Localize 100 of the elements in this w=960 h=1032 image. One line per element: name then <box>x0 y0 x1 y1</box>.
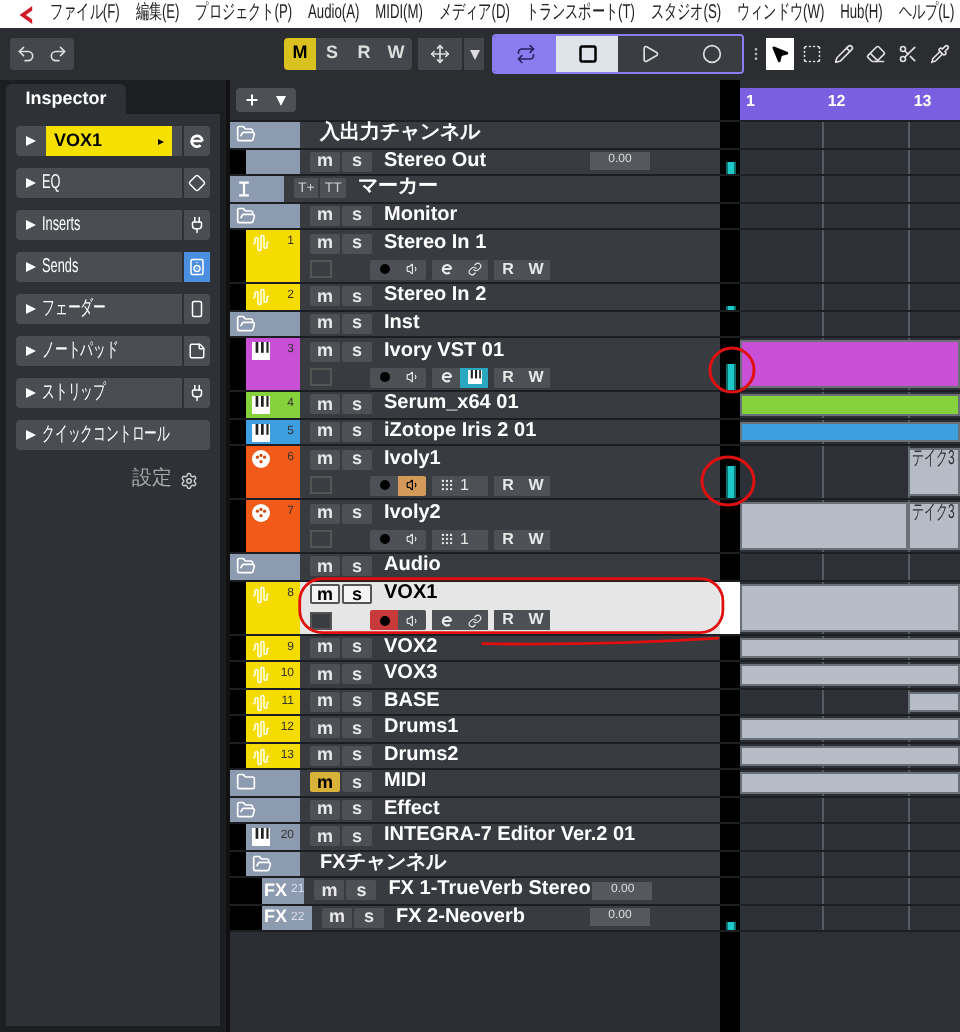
play-button[interactable] <box>618 36 680 72</box>
inspector-tab[interactable]: Inspector <box>6 84 126 114</box>
link-button[interactable] <box>460 610 488 630</box>
track-name[interactable]: Stereo Out <box>384 151 487 172</box>
mute-button[interactable]: m <box>310 286 340 307</box>
track-row[interactable]: m s Drums2 <box>300 743 720 768</box>
track-row[interactable]: m s Monitor <box>300 203 720 228</box>
track-name[interactable]: Drums2 <box>384 745 459 766</box>
track-name[interactable]: FX 1-TrueVerb Stereo <box>388 880 591 901</box>
inspector-section[interactable]: ノートパッド <box>16 336 210 366</box>
track-row[interactable]: m s BASE <box>300 689 720 714</box>
menu-item[interactable]: トランスポート(T) <box>525 4 635 24</box>
mute-button[interactable]: m <box>310 205 340 226</box>
record-button[interactable] <box>680 36 742 72</box>
solo-button[interactable]: s <box>342 691 372 712</box>
menu-item[interactable]: 編集(E) <box>135 4 180 24</box>
solo-button[interactable]: s <box>342 286 372 307</box>
track-name[interactable]: VOX1 <box>384 584 438 604</box>
mute-button[interactable]: m <box>310 394 340 415</box>
solo-button[interactable]: s <box>342 664 372 685</box>
track-row[interactable]: m s Serum_x64 01 <box>300 392 720 417</box>
track-row[interactable]: m s iZotope Iris 2 01 <box>300 419 720 444</box>
mute-button[interactable]: m <box>310 449 340 469</box>
mute-button[interactable]: m <box>310 772 340 793</box>
mute-button[interactable]: m <box>310 664 340 685</box>
solo-button[interactable]: s <box>342 313 372 334</box>
write-automation-button[interactable]: W <box>522 610 550 630</box>
move-tool-button[interactable] <box>418 38 462 70</box>
mute-button[interactable]: m <box>310 745 340 766</box>
inspector-section[interactable]: クイックコントロール <box>16 420 210 450</box>
track-row[interactable]: m s Inst <box>300 311 720 336</box>
settings-icon[interactable] <box>180 471 198 489</box>
track-name[interactable]: VOX2 <box>384 637 438 658</box>
stop-button[interactable] <box>556 36 618 72</box>
solo-button[interactable]: s <box>342 745 372 766</box>
solo-button[interactable]: s <box>342 584 372 604</box>
menu-item[interactable]: メディア(D) <box>438 4 510 24</box>
inspector-section[interactable]: Sends <box>16 252 210 282</box>
inspector-section[interactable]: EQ <box>16 168 210 198</box>
event-clip[interactable] <box>740 502 908 550</box>
mute-button[interactable]: m <box>310 556 340 577</box>
link-button[interactable] <box>460 259 488 279</box>
automation-mode-button[interactable]: W <box>380 38 412 70</box>
track-row[interactable]: 入出力チャンネル <box>300 122 720 147</box>
track-name[interactable]: MIDI <box>384 772 427 793</box>
track-row[interactable]: m s MIDI <box>300 770 720 795</box>
monitor-button[interactable] <box>398 475 426 495</box>
mute-button[interactable]: m <box>310 799 340 820</box>
track-name[interactable]: Ivory VST 01 <box>384 341 505 361</box>
mute-button[interactable]: m <box>314 880 345 901</box>
record-enable-button[interactable] <box>370 610 398 630</box>
write-automation-button[interactable]: W <box>522 475 550 495</box>
solo-button[interactable]: s <box>342 637 372 658</box>
track-name[interactable]: Inst <box>384 313 420 334</box>
write-automation-button[interactable]: W <box>522 367 550 387</box>
monitor-button[interactable] <box>398 610 426 630</box>
timeline-ruler[interactable]: 1 12 13 <box>740 88 960 120</box>
menu-item[interactable]: ファイル(F) <box>50 4 120 24</box>
redo-button[interactable] <box>42 38 74 70</box>
solo-button[interactable]: s <box>342 151 372 172</box>
event-clip[interactable]: テイク3 <box>907 502 960 550</box>
track-row[interactable]: m s Stereo In 1 R W <box>300 230 720 282</box>
track-row[interactable]: m s VOX1 R W <box>300 581 720 633</box>
solo-button[interactable]: s <box>354 907 384 928</box>
track-row[interactable]: m s Audio <box>300 554 720 579</box>
menu-item[interactable]: ウィンドウ(W) <box>737 4 825 24</box>
menu-item[interactable]: スタジオ(S) <box>650 4 722 24</box>
event-clip[interactable] <box>907 691 960 712</box>
mute-button[interactable]: m <box>322 907 352 928</box>
mute-button[interactable]: m <box>310 151 340 172</box>
inspector-track-header[interactable]: VOX1 <box>16 126 210 156</box>
read-automation-button[interactable]: R <box>494 367 522 387</box>
event-clip[interactable]: テイク3 <box>907 448 960 496</box>
dropdown-button[interactable] <box>464 38 484 70</box>
track-name[interactable]: Audio <box>384 556 441 577</box>
track-name[interactable]: VOX3 <box>384 664 438 685</box>
section-icon-button[interactable] <box>182 168 210 198</box>
read-automation-button[interactable]: R <box>494 610 522 630</box>
select-tool-button[interactable] <box>766 38 794 70</box>
track-name[interactable]: マーカー <box>357 178 438 199</box>
track-toggle-box[interactable] <box>310 611 332 629</box>
track-row[interactable]: m s Ivoly2 1 R W <box>300 500 720 552</box>
undo-button[interactable] <box>10 38 42 70</box>
mute-button[interactable]: m <box>310 637 340 658</box>
track-toggle-box[interactable] <box>310 476 332 494</box>
mute-button[interactable]: m <box>310 826 340 847</box>
write-automation-button[interactable]: W <box>522 259 550 279</box>
track-name[interactable]: Monitor <box>384 205 458 226</box>
mute-button[interactable]: m <box>310 691 340 712</box>
track-name[interactable]: Stereo In 2 <box>384 286 487 307</box>
midi-channel-field[interactable]: 1 <box>460 529 488 549</box>
solo-button[interactable]: s <box>342 205 372 226</box>
solo-button[interactable]: s <box>342 772 372 793</box>
track-name[interactable]: Ivoly2 <box>384 503 441 523</box>
inspector-section[interactable]: Inserts <box>16 210 210 240</box>
solo-button[interactable]: s <box>342 421 372 442</box>
solo-button[interactable]: s <box>342 449 372 469</box>
mute-button[interactable]: m <box>310 233 340 253</box>
mute-button[interactable]: m <box>310 584 340 604</box>
write-automation-button[interactable]: W <box>522 529 550 549</box>
